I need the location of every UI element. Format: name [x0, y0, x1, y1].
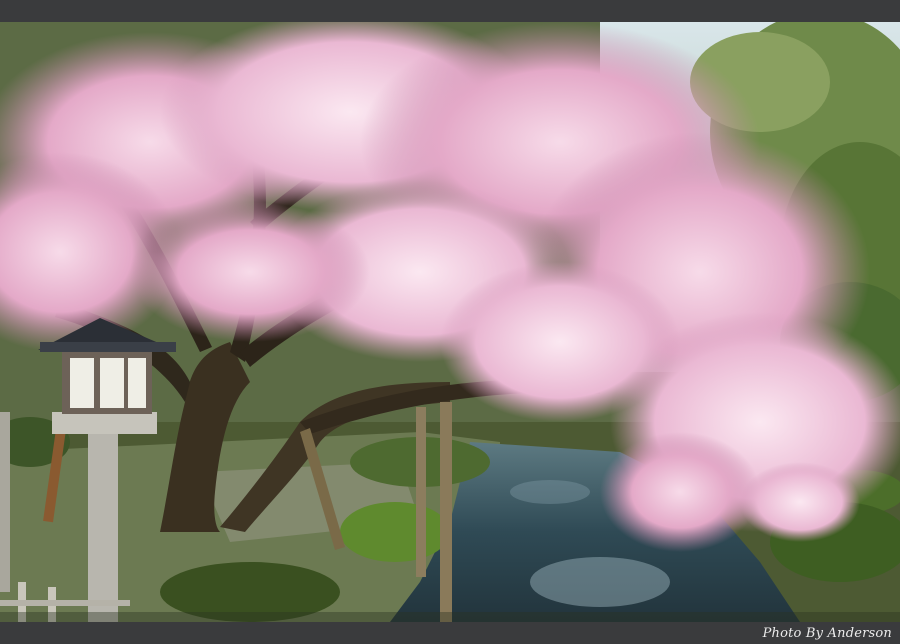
cherry-blossom-photo — [0, 22, 900, 622]
photo-credit: Photo By Anderson — [762, 626, 892, 641]
photo-frame: Photo By Anderson — [0, 0, 900, 644]
